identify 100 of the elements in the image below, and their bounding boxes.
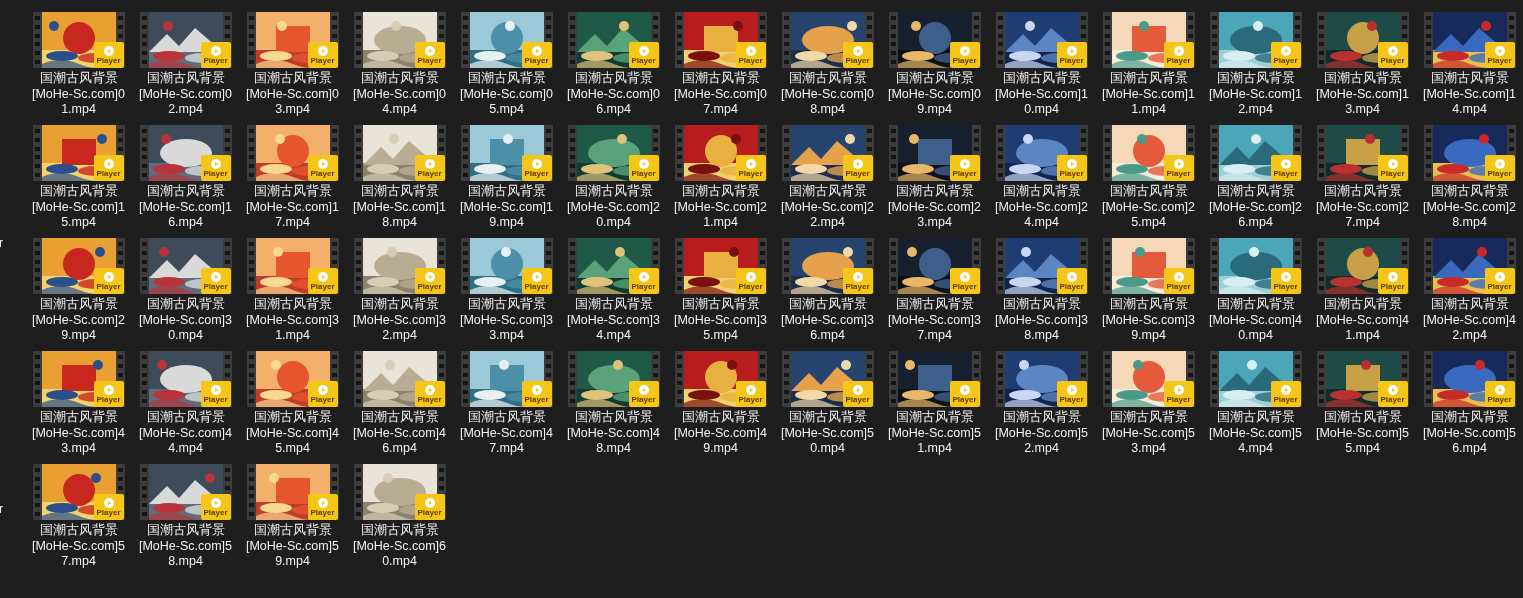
file-name[interactable]: 国潮古风背景 [MoHe-Sc.com]0 9.mp4 <box>881 71 988 118</box>
video-thumbnail[interactable]: Player <box>1102 12 1195 68</box>
video-thumbnail[interactable]: Player <box>567 125 660 181</box>
file-name[interactable]: 国潮古风背景 [MoHe-Sc.com]4 1.mp4 <box>1309 297 1416 344</box>
file-name[interactable]: 国潮古风背景 [MoHe-Sc.com]3 1.mp4 <box>239 297 346 344</box>
video-thumbnail[interactable]: Player <box>888 351 981 407</box>
file-name[interactable]: 国潮古风背景 [MoHe-Sc.com]2 6.mp4 <box>1202 184 1309 231</box>
file-name[interactable]: 国潮古风背景 [MoHe-Sc.com]1 1.mp4 <box>1095 71 1202 118</box>
video-thumbnail[interactable]: Player <box>353 464 446 520</box>
video-thumbnail[interactable]: Player <box>674 351 767 407</box>
file-name[interactable]: 国潮古风背景 [MoHe-Sc.com]0 8.mp4 <box>774 71 881 118</box>
file-name[interactable]: 国潮古风背景 [MoHe-Sc.com]1 5.mp4 <box>25 184 132 231</box>
file-name[interactable]: 国潮古风背景 [MoHe-Sc.com]5 0.mp4 <box>774 410 881 457</box>
video-thumbnail[interactable]: Player <box>246 238 339 294</box>
file-name[interactable]: 国潮古风背景 [MoHe-Sc.com]1 6.mp4 <box>132 184 239 231</box>
file-name[interactable]: 国潮古风背景 [MoHe-Sc.com]4 8.mp4 <box>560 410 667 457</box>
file-name[interactable]: 国潮古风背景 [MoHe-Sc.com]3 9.mp4 <box>1095 297 1202 344</box>
video-thumbnail[interactable]: Player <box>32 238 125 294</box>
file-name[interactable]: 国潮古风背景 [MoHe-Sc.com]3 2.mp4 <box>346 297 453 344</box>
video-thumbnail[interactable]: Player <box>139 464 232 520</box>
video-thumbnail[interactable]: Player <box>567 351 660 407</box>
video-thumbnail[interactable]: Player <box>674 125 767 181</box>
video-thumbnail[interactable]: Player <box>1423 238 1516 294</box>
file-name[interactable]: 国潮古风背景 [MoHe-Sc.com]2 9.mp4 <box>25 297 132 344</box>
video-thumbnail[interactable]: Player <box>1102 238 1195 294</box>
video-thumbnail[interactable]: Player <box>1423 125 1516 181</box>
file-name[interactable]: 国潮古风背景 [MoHe-Sc.com]0 5.mp4 <box>453 71 560 118</box>
video-thumbnail[interactable]: Player <box>888 238 981 294</box>
file-name[interactable]: 国潮古风背景 [MoHe-Sc.com]3 0.mp4 <box>132 297 239 344</box>
video-thumbnail[interactable]: Player <box>674 238 767 294</box>
file-name[interactable]: 国潮古风背景 [MoHe-Sc.com]4 6.mp4 <box>346 410 453 457</box>
video-thumbnail[interactable]: Player <box>1102 125 1195 181</box>
video-thumbnail[interactable]: Player <box>781 238 874 294</box>
file-name[interactable]: 国潮古风背景 [MoHe-Sc.com]1 8.mp4 <box>346 184 453 231</box>
video-thumbnail[interactable]: Player <box>781 125 874 181</box>
video-thumbnail[interactable]: Player <box>995 351 1088 407</box>
file-name[interactable]: 国潮古风背景 [MoHe-Sc.com]5 8.mp4 <box>132 523 239 570</box>
video-thumbnail[interactable]: Player <box>567 238 660 294</box>
video-thumbnail[interactable]: Player <box>888 12 981 68</box>
file-name[interactable]: 国潮古风背景 [MoHe-Sc.com]5 9.mp4 <box>239 523 346 570</box>
file-name[interactable]: 国潮古风背景 [MoHe-Sc.com]5 1.mp4 <box>881 410 988 457</box>
file-name[interactable]: 国潮古风背景 [MoHe-Sc.com]3 4.mp4 <box>560 297 667 344</box>
video-thumbnail[interactable]: Player <box>1209 12 1302 68</box>
video-thumbnail[interactable]: Player <box>246 12 339 68</box>
file-name[interactable]: 国潮古风背景 [MoHe-Sc.com]6 0.mp4 <box>346 523 453 570</box>
file-name[interactable]: 国潮古风背景 [MoHe-Sc.com]5 2.mp4 <box>988 410 1095 457</box>
video-thumbnail[interactable]: Player <box>353 238 446 294</box>
video-thumbnail[interactable]: Player <box>567 12 660 68</box>
video-thumbnail[interactable]: Player <box>1102 351 1195 407</box>
file-name[interactable]: 国潮古风背景 [MoHe-Sc.com]1 4.mp4 <box>1416 71 1523 118</box>
file-name[interactable]: 国潮古风背景 [MoHe-Sc.com]0 4.mp4 <box>346 71 453 118</box>
file-name[interactable]: 国潮古风背景 [MoHe-Sc.com]1 0.mp4 <box>988 71 1095 118</box>
file-name[interactable]: 国潮古风背景 [MoHe-Sc.com]0 6.mp4 <box>560 71 667 118</box>
video-thumbnail[interactable]: Player <box>1316 351 1409 407</box>
video-thumbnail[interactable]: Player <box>139 351 232 407</box>
file-name[interactable]: 国潮古风背景 [MoHe-Sc.com]4 2.mp4 <box>1416 297 1523 344</box>
video-thumbnail[interactable]: Player <box>1316 12 1409 68</box>
file-name[interactable]: 国潮古风背景 [MoHe-Sc.com]1 3.mp4 <box>1309 71 1416 118</box>
video-thumbnail[interactable]: Player <box>1209 125 1302 181</box>
video-thumbnail[interactable]: Player <box>1209 351 1302 407</box>
file-name[interactable]: 国潮古风背景 [MoHe-Sc.com]5 7.mp4 <box>25 523 132 570</box>
file-name[interactable]: 国潮古风背景 [MoHe-Sc.com]4 3.mp4 <box>25 410 132 457</box>
file-name[interactable]: 国潮古风背景 [MoHe-Sc.com]1 7.mp4 <box>239 184 346 231</box>
video-thumbnail[interactable]: Player <box>139 12 232 68</box>
video-thumbnail[interactable]: Player <box>32 12 125 68</box>
video-thumbnail[interactable]: Player <box>995 12 1088 68</box>
file-name[interactable]: 国潮古风背景 [MoHe-Sc.com]4 9.mp4 <box>667 410 774 457</box>
video-thumbnail[interactable]: Player <box>460 238 553 294</box>
file-name[interactable]: 国潮古风背景 [MoHe-Sc.com]2 2.mp4 <box>774 184 881 231</box>
video-thumbnail[interactable]: Player <box>460 125 553 181</box>
file-name[interactable]: 国潮古风背景 [MoHe-Sc.com]3 8.mp4 <box>988 297 1095 344</box>
file-name[interactable]: 国潮古风背景 [MoHe-Sc.com]2 1.mp4 <box>667 184 774 231</box>
file-name[interactable]: 国潮古风背景 [MoHe-Sc.com]0 3.mp4 <box>239 71 346 118</box>
video-thumbnail[interactable]: Player <box>1209 238 1302 294</box>
file-name[interactable]: 国潮古风背景 [MoHe-Sc.com]5 5.mp4 <box>1309 410 1416 457</box>
video-thumbnail[interactable]: Player <box>353 125 446 181</box>
video-thumbnail[interactable]: Player <box>460 351 553 407</box>
video-thumbnail[interactable]: Player <box>674 12 767 68</box>
file-name[interactable]: 国潮古风背景 [MoHe-Sc.com]5 6.mp4 <box>1416 410 1523 457</box>
file-name[interactable]: 国潮古风背景 [MoHe-Sc.com]2 3.mp4 <box>881 184 988 231</box>
file-name[interactable]: 国潮古风背景 [MoHe-Sc.com]5 4.mp4 <box>1202 410 1309 457</box>
video-thumbnail[interactable]: Player <box>353 12 446 68</box>
video-thumbnail[interactable]: Player <box>139 125 232 181</box>
file-name[interactable]: 国潮古风背景 [MoHe-Sc.com]1 2.mp4 <box>1202 71 1309 118</box>
file-name[interactable]: 国潮古风背景 [MoHe-Sc.com]0 1.mp4 <box>25 71 132 118</box>
file-name[interactable]: 国潮古风背景 [MoHe-Sc.com]2 0.mp4 <box>560 184 667 231</box>
file-name[interactable]: 国潮古风背景 [MoHe-Sc.com]2 5.mp4 <box>1095 184 1202 231</box>
video-thumbnail[interactable]: Player <box>1316 238 1409 294</box>
video-thumbnail[interactable]: Player <box>246 464 339 520</box>
file-name[interactable]: 国潮古风背景 [MoHe-Sc.com]4 4.mp4 <box>132 410 239 457</box>
file-name[interactable]: 国潮古风背景 [MoHe-Sc.com]3 7.mp4 <box>881 297 988 344</box>
video-thumbnail[interactable]: Player <box>781 351 874 407</box>
file-name[interactable]: 国潮古风背景 [MoHe-Sc.com]4 0.mp4 <box>1202 297 1309 344</box>
video-thumbnail[interactable]: Player <box>1423 12 1516 68</box>
video-thumbnail[interactable]: Player <box>246 351 339 407</box>
video-thumbnail[interactable]: Player <box>1423 351 1516 407</box>
video-thumbnail[interactable]: Player <box>995 238 1088 294</box>
file-name[interactable]: 国潮古风背景 [MoHe-Sc.com]3 3.mp4 <box>453 297 560 344</box>
file-name[interactable]: 国潮古风背景 [MoHe-Sc.com]3 5.mp4 <box>667 297 774 344</box>
file-name[interactable]: 国潮古风背景 [MoHe-Sc.com]0 7.mp4 <box>667 71 774 118</box>
